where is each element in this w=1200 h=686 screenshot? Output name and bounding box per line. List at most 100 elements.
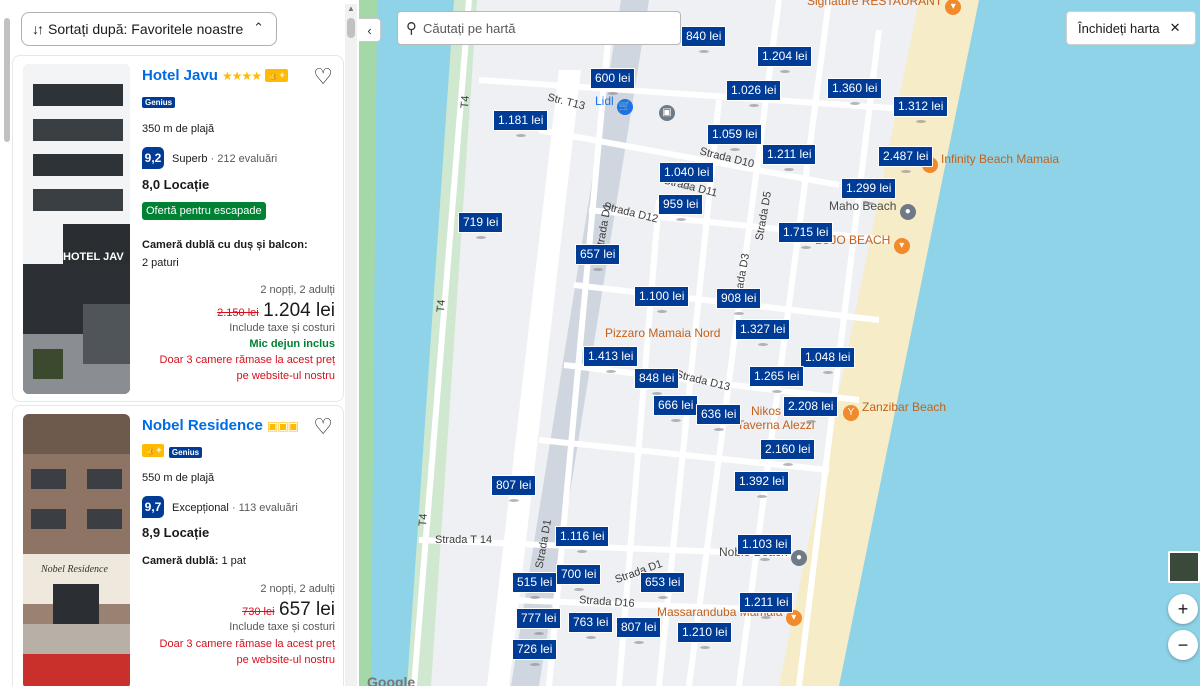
- bed-info: 1 pat: [221, 555, 246, 567]
- street-label: T4: [416, 513, 430, 527]
- poi-taverna-alezzi[interactable]: Taverna Alezzi: [737, 418, 814, 432]
- hotel-name-link[interactable]: Hotel Javu: [142, 67, 218, 84]
- poi-pizzaro[interactable]: Pizzaro Mamaia Nord: [605, 326, 720, 340]
- price-pin[interactable]: 1.210 lei: [677, 622, 733, 649]
- price-pin[interactable]: 1.040 lei: [659, 162, 715, 189]
- price-pin[interactable]: 2.208 lei: [783, 396, 839, 423]
- up-down-chevron-icon: ⌃: [253, 20, 264, 35]
- price-pin[interactable]: 1.100 lei: [634, 286, 690, 313]
- price-pin[interactable]: 1.265 lei: [749, 366, 805, 393]
- price-pin[interactable]: 719 lei: [458, 212, 504, 239]
- genius-badge: Genius: [168, 447, 203, 458]
- hotel-photo[interactable]: Nobel Residence: [23, 414, 130, 686]
- sort-button[interactable]: ↓↑ Sortați după: Favoritele noastre ⌃: [21, 12, 277, 46]
- poi-zanzibar[interactable]: Y Zanzibar Beach: [843, 400, 946, 421]
- price-pin[interactable]: 840 lei: [681, 26, 727, 53]
- price-pin[interactable]: 763 lei: [568, 612, 614, 639]
- price-pin[interactable]: 1.204 lei: [757, 46, 813, 73]
- price-pin[interactable]: 1.715 lei: [778, 222, 834, 249]
- price-pin[interactable]: 700 lei: [556, 564, 602, 591]
- price-pin[interactable]: 807 lei: [491, 475, 537, 502]
- collapse-list-button[interactable]: ‹: [359, 18, 381, 42]
- zoom-out-button[interactable]: −: [1168, 630, 1198, 660]
- poi-nikos[interactable]: Nikos: [751, 404, 781, 418]
- panel-scrollbar[interactable]: ▲: [345, 4, 357, 686]
- hotel-name[interactable]: Hotel Javu ★★★★ 👍+: [142, 67, 288, 84]
- price-pin[interactable]: 726 lei: [512, 639, 558, 666]
- hotel-name[interactable]: Nobel Residence ▣▣▣: [142, 417, 299, 434]
- thumbs-up-badge-icon: 👍+: [142, 444, 165, 457]
- poi-infinity-beach[interactable]: ▾Infinity Beach Mamaia: [922, 152, 1059, 173]
- price-block: 2 nopți, 2 adulți 2.150 lei 1.204 lei In…: [160, 284, 335, 382]
- map-canvas[interactable]: Str. T13 T4 T4 T4 Strada D10 Strada D11 …: [359, 0, 1200, 686]
- chevron-left-icon: ‹: [367, 22, 372, 38]
- sort-arrows-icon: ↓↑: [32, 21, 44, 37]
- old-price: 730 lei: [242, 606, 275, 618]
- taxes-note: Include taxe și costuri: [229, 322, 335, 334]
- map-layer-toggle[interactable]: [1168, 551, 1200, 583]
- results-panel: ▲ ↓↑ Sortați după: Favoritele noastre ⌃ …: [0, 0, 359, 686]
- poi-transit: ▣: [659, 100, 678, 121]
- place-pin-icon: ●: [899, 204, 916, 220]
- genius-badge: Genius: [142, 92, 176, 110]
- hotel-card[interactable]: HOTEL JAV Hotel Javu ★★★★ 👍+ Genius ♡ 35…: [12, 55, 344, 402]
- price-pin[interactable]: 908 lei: [716, 288, 762, 315]
- list-scrollbar[interactable]: [2, 4, 11, 686]
- price-pin[interactable]: 1.299 lei: [841, 178, 897, 205]
- price-pin[interactable]: 959 lei: [658, 194, 704, 221]
- price-pin[interactable]: 515 lei: [512, 572, 558, 599]
- room-info: Cameră dublă: 1 pat: [142, 555, 246, 567]
- price-pin[interactable]: 1.059 lei: [707, 124, 763, 151]
- price-pin[interactable]: 807 lei: [616, 617, 662, 644]
- scrollbar-thumb[interactable]: [347, 18, 355, 38]
- price-pin[interactable]: 1.211 lei: [739, 592, 794, 619]
- price-pin[interactable]: 636 lei: [696, 404, 742, 431]
- price-pin[interactable]: 1.327 lei: [735, 319, 791, 346]
- price-pin[interactable]: 1.211 lei: [762, 144, 817, 171]
- price-pin[interactable]: 600 lei: [590, 68, 636, 95]
- price-pin[interactable]: 848 lei: [634, 368, 680, 395]
- price-pin[interactable]: 2.487 lei: [878, 146, 934, 173]
- price-pin[interactable]: 1.360 lei: [827, 78, 883, 105]
- price-pin[interactable]: 1.181 lei: [493, 110, 549, 137]
- beach-distance: 550 m de plajă: [142, 472, 215, 484]
- map-search-box[interactable]: ⚲: [397, 11, 681, 45]
- current-price: 657 lei: [279, 599, 335, 620]
- review-summary: Excepțional · 113 evaluări: [172, 502, 298, 514]
- map-search-input[interactable]: [423, 20, 663, 36]
- hotel-card[interactable]: Nobel Residence Nobel Residence ▣▣▣ 👍+ G…: [12, 405, 344, 686]
- street-label: Strada T 14: [435, 534, 493, 546]
- poi-maho-beach[interactable]: Maho Beach ●: [829, 199, 919, 220]
- price-pin[interactable]: 1.026 lei: [726, 80, 782, 107]
- hotel-photo[interactable]: HOTEL JAV: [23, 64, 130, 394]
- room-type: Cameră dublă cu duș și balcon:: [142, 239, 308, 251]
- location-score: 8,0 Locație: [142, 177, 210, 192]
- close-icon: ✕: [1169, 20, 1181, 35]
- price-pin[interactable]: 1.116 lei: [555, 526, 610, 553]
- cocktail-icon: Y: [843, 405, 859, 421]
- price-pin[interactable]: 1.392 lei: [734, 471, 790, 498]
- price-pin[interactable]: 1.312 lei: [893, 96, 949, 123]
- close-map-button[interactable]: Închideți harta ✕: [1066, 11, 1196, 45]
- poi-signature-restaurant[interactable]: Signature RESTAURANT ▾: [807, 0, 964, 15]
- heart-icon[interactable]: ♡: [313, 414, 333, 440]
- price-pin[interactable]: 2.160 lei: [760, 439, 816, 466]
- price-pin[interactable]: 657 lei: [575, 244, 621, 271]
- price-pin[interactable]: 1.048 lei: [800, 347, 856, 374]
- price-pin[interactable]: 1.413 lei: [583, 346, 639, 373]
- restaurant-icon: ▾: [945, 0, 962, 15]
- price-pin[interactable]: 1.103 lei: [737, 534, 793, 561]
- scroll-up-icon[interactable]: ▲: [347, 4, 355, 13]
- poi-lidl[interactable]: Lidl 🛒: [595, 94, 636, 115]
- offer-badge: Ofertă pentru escapade: [142, 202, 266, 220]
- heart-icon[interactable]: ♡: [313, 64, 333, 90]
- price-pin[interactable]: 777 lei: [516, 608, 562, 635]
- price-pin[interactable]: 666 lei: [653, 395, 699, 422]
- scarcity-note-2: pe website-ul nostru: [236, 370, 335, 382]
- stars-rating: ★★★★: [222, 69, 262, 83]
- hotel-name-link[interactable]: Nobel Residence: [142, 417, 263, 434]
- bus-stop-icon: ▣: [659, 105, 675, 121]
- scrollbar-thumb[interactable]: [4, 18, 10, 142]
- price-pin[interactable]: 653 lei: [640, 572, 686, 599]
- zoom-in-button[interactable]: +: [1168, 594, 1198, 624]
